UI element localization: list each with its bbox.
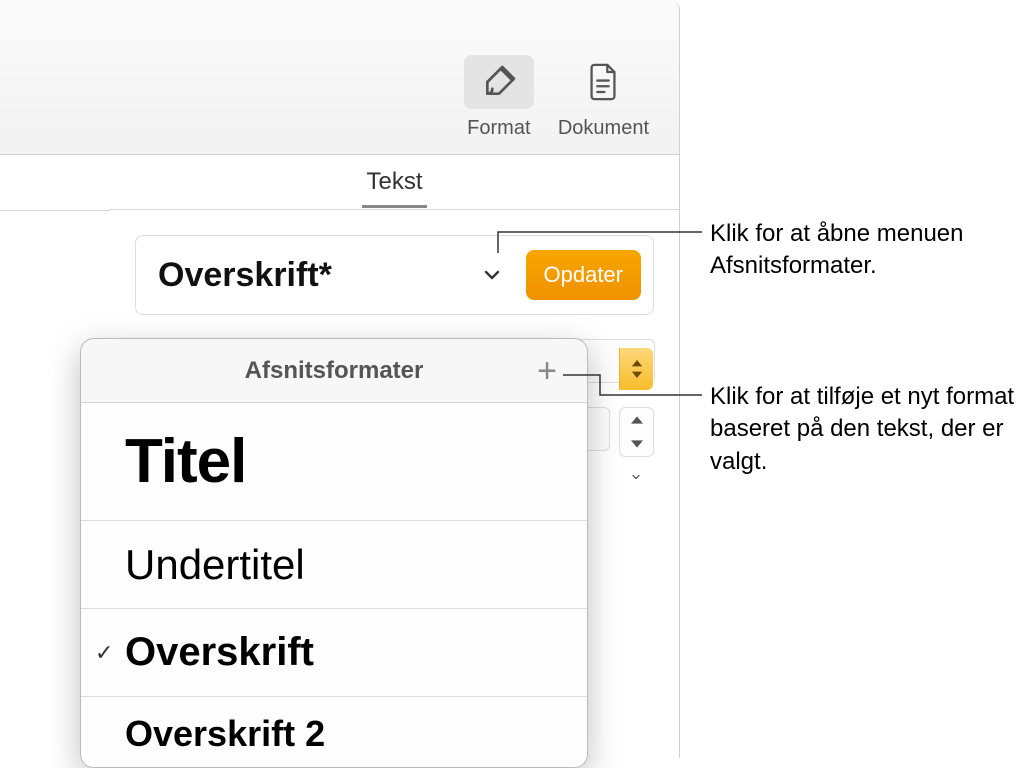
annotation-add-style: Klik for at tilføje et nyt format basere… — [710, 381, 1030, 478]
annotation-open-menu: Klik for at åbne menuen Afsnitsformater. — [710, 218, 1030, 283]
